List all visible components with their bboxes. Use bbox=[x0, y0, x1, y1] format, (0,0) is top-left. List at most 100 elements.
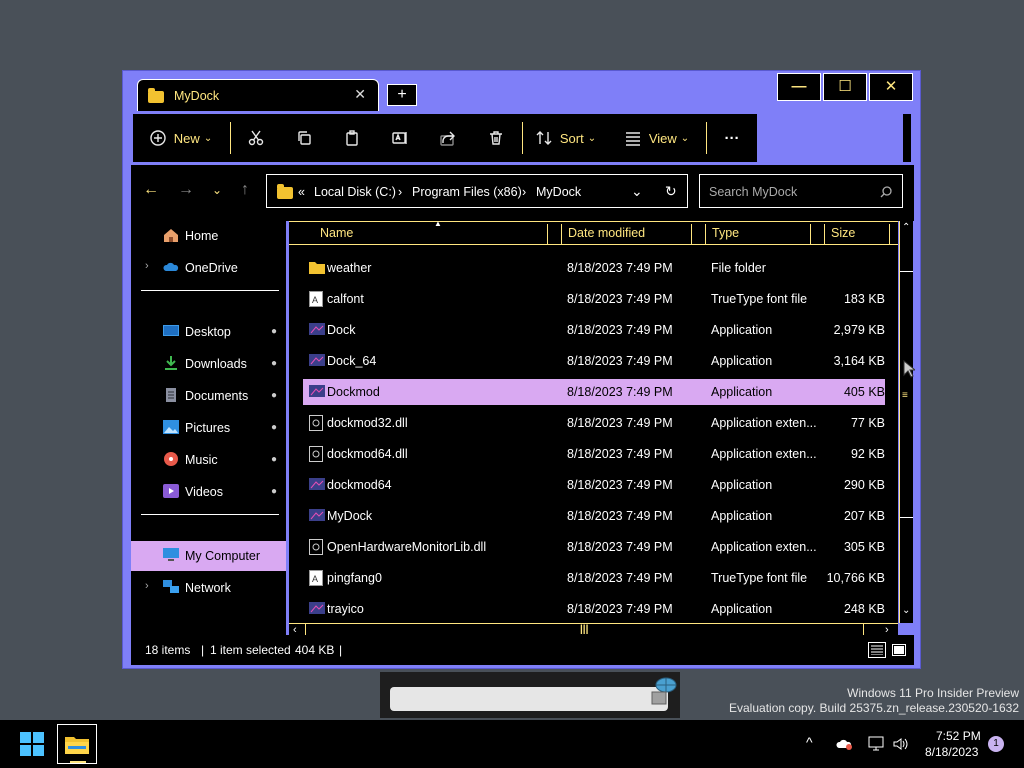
network-tray-icon[interactable] bbox=[868, 736, 886, 752]
file-row[interactable]: Dockmod 8/18/2023 7:49 PM Application 405 K… bbox=[303, 379, 885, 405]
details-view-button[interactable] bbox=[868, 642, 886, 658]
nav-item-downloads[interactable]: Downloads ● bbox=[131, 349, 286, 379]
nav-item-label: Music bbox=[185, 453, 218, 467]
minimize-button[interactable]: — bbox=[777, 73, 821, 101]
plus-circle-icon bbox=[150, 130, 166, 146]
file-row[interactable]: dockmod32.dll 8/18/2023 7:49 PM Applicatio… bbox=[303, 410, 885, 436]
rename-button[interactable] bbox=[385, 114, 415, 162]
column-divider[interactable] bbox=[889, 224, 890, 244]
file-row[interactable]: Acalfont 8/18/2023 7:49 PM TrueType font f… bbox=[303, 286, 885, 312]
nav-item-home[interactable]: Home bbox=[131, 221, 286, 251]
up-button[interactable]: ↑ bbox=[235, 181, 255, 199]
notification-badge[interactable]: 1 bbox=[988, 736, 1004, 752]
trash-icon bbox=[490, 131, 502, 145]
vertical-scrollbar[interactable]: ⌃ ≡ ⌄ bbox=[899, 221, 913, 623]
nav-item-desktop[interactable]: Desktop ● bbox=[131, 317, 286, 347]
rename-icon bbox=[392, 132, 407, 144]
command-bar: New ⌄ Sort ⌄ View ⌄ ··· bbox=[133, 114, 757, 162]
column-divider[interactable] bbox=[547, 224, 548, 244]
clock-date[interactable]: 8/18/2023 bbox=[925, 745, 978, 759]
paste-button[interactable] bbox=[337, 114, 367, 162]
copy-button[interactable] bbox=[289, 114, 319, 162]
column-divider[interactable] bbox=[824, 224, 825, 244]
file-row[interactable]: dockmod64.dll 8/18/2023 7:49 PM Applicatio… bbox=[303, 441, 885, 467]
cut-button[interactable] bbox=[241, 114, 271, 162]
nav-item-music[interactable]: Music ● bbox=[131, 445, 286, 475]
column-divider[interactable] bbox=[691, 224, 692, 244]
volume-icon[interactable] bbox=[892, 736, 910, 752]
tab-close-button[interactable]: ✕ bbox=[354, 86, 366, 103]
column-divider[interactable] bbox=[705, 224, 706, 244]
new-button[interactable]: New ⌄ bbox=[143, 114, 219, 162]
onedrive-tray-icon[interactable] bbox=[836, 736, 854, 752]
address-bar[interactable]: « Local Disk (C:) › Program Files (x86) … bbox=[266, 174, 688, 208]
file-row[interactable]: Apingfang0 8/18/2023 7:49 PM TrueType font… bbox=[303, 565, 885, 591]
share-button[interactable] bbox=[433, 114, 463, 162]
status-divider: | bbox=[339, 643, 343, 657]
tiles-view-icon bbox=[892, 644, 906, 656]
search-input[interactable]: Search MyDock bbox=[709, 185, 797, 199]
file-date-modified: 8/18/2023 7:49 PM bbox=[567, 416, 673, 430]
chevron-right-icon[interactable]: › bbox=[145, 580, 149, 592]
sort-button[interactable]: Sort ⌄ bbox=[531, 114, 601, 162]
active-indicator bbox=[70, 761, 86, 763]
forward-button[interactable]: → bbox=[176, 181, 196, 199]
file-row[interactable]: weather 8/18/2023 7:49 PM File folder bbox=[303, 255, 885, 281]
navigation-pane: Home › OneDrive Desktop ● Downloads ● Do… bbox=[131, 221, 286, 635]
recent-locations-button[interactable]: ⌄ bbox=[207, 183, 227, 197]
nav-item-pictures[interactable]: Pictures ● bbox=[131, 413, 286, 443]
address-bar-row: ← → ⌄ ↑ « Local Disk (C:) › Program File… bbox=[131, 165, 914, 221]
tab-mydock[interactable]: MyDock ✕ bbox=[137, 79, 379, 111]
file-row[interactable]: OpenHardwareMonitorLib.dll 8/18/2023 7:49… bbox=[303, 534, 885, 560]
tiles-view-button[interactable] bbox=[890, 642, 908, 658]
tray-overflow-button[interactable]: ^ bbox=[806, 734, 813, 750]
breadcrumb-program-files[interactable]: Program Files (x86) bbox=[412, 185, 522, 199]
column-header-date-modified[interactable]: Date modified bbox=[568, 226, 645, 240]
nav-item-onedrive[interactable]: › OneDrive bbox=[131, 253, 286, 283]
refresh-button[interactable]: ↻ bbox=[665, 183, 677, 200]
column-divider[interactable] bbox=[561, 224, 562, 244]
column-header-name[interactable]: Name bbox=[320, 226, 353, 240]
network-globe-icon[interactable] bbox=[650, 676, 678, 706]
column-header-size[interactable]: Size bbox=[831, 226, 855, 240]
taskbar-file-explorer[interactable] bbox=[57, 724, 97, 764]
file-row[interactable]: trayico 8/18/2023 7:49 PM Application 248 K… bbox=[303, 596, 885, 621]
breadcrumb-overflow[interactable]: « bbox=[298, 185, 305, 199]
nav-item-videos[interactable]: Videos ● bbox=[131, 477, 286, 507]
toolbar-divider bbox=[522, 122, 523, 154]
scrollbar-thumb-grip[interactable]: ≡ bbox=[902, 390, 908, 401]
breadcrumb-mydock[interactable]: MyDock bbox=[536, 185, 581, 199]
column-header-type[interactable]: Type bbox=[712, 226, 739, 240]
breadcrumb-local-disk[interactable]: Local Disk (C:) bbox=[314, 185, 396, 199]
view-button[interactable]: View ⌄ bbox=[621, 114, 693, 162]
search-box[interactable]: Search MyDock bbox=[699, 174, 903, 208]
scroll-up-arrow[interactable]: ⌃ bbox=[902, 222, 910, 233]
more-options-button[interactable]: ··· bbox=[717, 114, 747, 162]
column-header-row: ▲ Name Date modified Type Size bbox=[289, 219, 898, 245]
nav-item-my-computer[interactable]: My Computer bbox=[131, 541, 286, 571]
dll-file-icon bbox=[309, 415, 323, 431]
delete-button[interactable] bbox=[481, 114, 511, 162]
close-button[interactable]: ✕ bbox=[869, 73, 913, 101]
file-row[interactable]: Dock 8/18/2023 7:49 PM Application 2,979 KB bbox=[303, 317, 885, 343]
maximize-button[interactable]: ☐ bbox=[823, 73, 867, 101]
chevron-down-icon: ⌄ bbox=[680, 132, 690, 144]
address-dropdown-button[interactable]: ⌄ bbox=[631, 183, 643, 200]
selection-count: 1 item selected bbox=[210, 643, 291, 657]
file-row[interactable]: Dock_64 8/18/2023 7:49 PM Application 3,164… bbox=[303, 348, 885, 374]
nav-item-documents[interactable]: Documents ● bbox=[131, 381, 286, 411]
file-row[interactable]: dockmod64 8/18/2023 7:49 PM Application 290… bbox=[303, 472, 885, 498]
file-name: weather bbox=[327, 261, 372, 275]
new-tab-button[interactable]: + bbox=[387, 84, 417, 106]
scroll-down-arrow[interactable]: ⌄ bbox=[902, 605, 910, 616]
start-button[interactable] bbox=[20, 732, 44, 756]
dock-bar[interactable] bbox=[390, 687, 668, 711]
clock-time[interactable]: 7:52 PM bbox=[936, 729, 981, 743]
nav-item-network[interactable]: › Network bbox=[131, 573, 286, 603]
chevron-right-icon[interactable]: › bbox=[145, 260, 149, 272]
file-type: File folder bbox=[711, 261, 766, 275]
back-button[interactable]: ← bbox=[141, 181, 161, 199]
column-divider[interactable] bbox=[810, 224, 811, 244]
cloud-icon bbox=[163, 262, 179, 271]
file-row[interactable]: MyDock 8/18/2023 7:49 PM Application 207 KB bbox=[303, 503, 885, 529]
